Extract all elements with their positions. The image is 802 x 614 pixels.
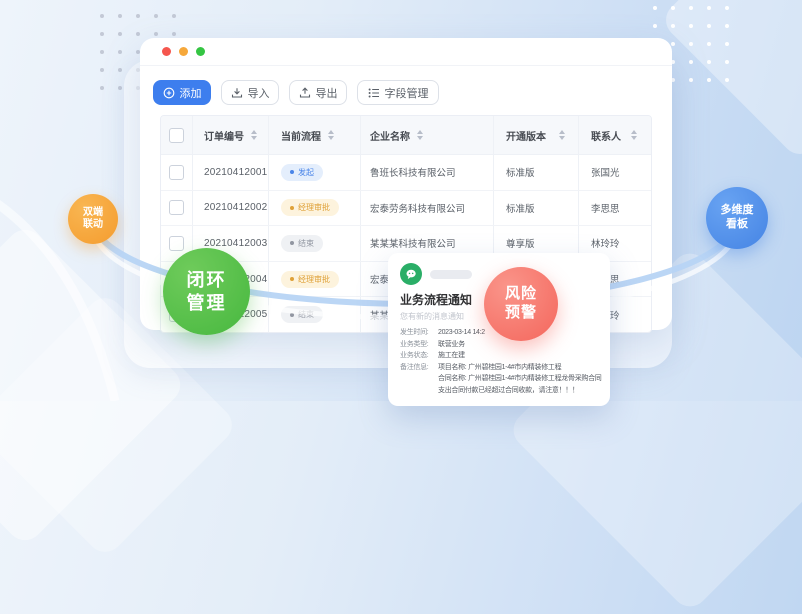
add-button-label: 添加 xyxy=(180,85,202,101)
status-badge: 结束 xyxy=(281,235,323,252)
order-cell: 20210412001 xyxy=(193,155,269,190)
version-cell: 标准版 xyxy=(494,191,579,226)
field-value: 合同名称: 广州碧桂园1-4#市内精装修工程龙骨采购合同 xyxy=(438,373,602,385)
traffic-light-close[interactable] xyxy=(162,47,171,56)
contact-cell: 李思思 xyxy=(579,191,651,226)
field-label: 备注信息: xyxy=(400,362,438,374)
column-header-process[interactable]: 当前流程 xyxy=(269,116,361,154)
sort-icon xyxy=(251,130,257,140)
table-row: 20210412001 发起 鲁班长科技有限公司 标准版 张国光 xyxy=(161,155,651,191)
sort-icon xyxy=(328,130,334,140)
plus-circle-icon xyxy=(163,87,175,99)
notification-fields: 发生时间:2023-03-14 14:2 业务类型:联营业务 业务状态:施工在建… xyxy=(400,327,600,396)
field-label: 发生时间: xyxy=(400,327,438,339)
window-titlebar xyxy=(140,38,672,66)
wechat-chat-icon xyxy=(400,263,422,285)
status-dot xyxy=(290,313,294,317)
status-dot xyxy=(290,170,294,174)
feature-badge-multi-dashboard: 多维度 看板 xyxy=(706,187,768,249)
feature-badge-dual-linkage: 双端 联动 xyxy=(68,194,118,244)
import-button[interactable]: 导入 xyxy=(221,80,279,105)
placeholder-bar xyxy=(430,270,472,279)
field-manage-button[interactable]: 字段管理 xyxy=(357,80,439,105)
select-all-checkbox[interactable] xyxy=(169,128,184,143)
field-value: 项目名称: 广州碧桂园1-4#市内精装修工程 xyxy=(438,362,561,374)
feature-badge-risk-warning: 风险 预警 xyxy=(484,267,558,341)
field-value: 支出合同付款已经超过合同收款，请注意！！！ xyxy=(438,385,579,397)
import-icon xyxy=(231,87,243,99)
sort-icon xyxy=(631,130,637,140)
field-manage-button-label: 字段管理 xyxy=(385,85,429,101)
company-cell: 鲁班长科技有限公司 xyxy=(361,155,494,190)
order-cell: 20210412002 xyxy=(193,191,269,226)
table-row: 20210412002 经理审批 宏泰劳务科技有限公司 标准版 李思思 xyxy=(161,191,651,227)
contact-cell: 张国光 xyxy=(579,155,651,190)
status-dot xyxy=(290,277,294,281)
toolbar: 添加 导入 导出 字段管理 xyxy=(153,80,439,105)
field-list-icon xyxy=(368,87,380,99)
status-dot xyxy=(290,206,294,210)
status-badge: 发起 xyxy=(281,164,323,181)
field-label xyxy=(400,373,438,385)
status-badge: 经理审批 xyxy=(281,199,339,216)
row-checkbox[interactable] xyxy=(169,165,184,180)
version-cell: 标准版 xyxy=(494,155,579,190)
field-label xyxy=(400,385,438,397)
row-checkbox[interactable] xyxy=(169,236,184,251)
column-header-order[interactable]: 订单编号 xyxy=(193,116,269,154)
field-value: 联营业务 xyxy=(438,339,465,351)
sort-icon xyxy=(417,130,423,140)
sort-icon xyxy=(559,130,565,140)
column-header-company[interactable]: 企业名称 xyxy=(361,116,494,154)
column-header-contact[interactable]: 联系人 xyxy=(579,116,651,154)
field-value: 2023-03-14 14:2 xyxy=(438,327,485,339)
status-dot xyxy=(290,241,294,245)
marketing-page: { "window": { "toolbar": { "add_label": … xyxy=(0,0,802,401)
field-value: 施工在建 xyxy=(438,350,465,362)
status-badge: 经理审批 xyxy=(281,271,339,288)
company-cell: 宏泰劳务科技有限公司 xyxy=(361,191,494,226)
traffic-light-zoom[interactable] xyxy=(196,47,205,56)
export-button-label: 导出 xyxy=(316,85,338,101)
field-label: 业务类型: xyxy=(400,339,438,351)
row-checkbox[interactable] xyxy=(169,200,184,215)
status-badge: 结束 xyxy=(281,306,323,323)
export-icon xyxy=(299,87,311,99)
table-header-row: 订单编号 当前流程 企业名称 开通版本 联系人 xyxy=(161,116,651,155)
export-button[interactable]: 导出 xyxy=(289,80,347,105)
add-button[interactable]: 添加 xyxy=(153,80,211,105)
field-label: 业务状态: xyxy=(400,350,438,362)
traffic-light-minimize[interactable] xyxy=(179,47,188,56)
import-button-label: 导入 xyxy=(248,85,270,101)
feature-badge-closed-loop: 闭环 管理 xyxy=(163,248,250,335)
column-header-version[interactable]: 开通版本 xyxy=(494,116,579,154)
